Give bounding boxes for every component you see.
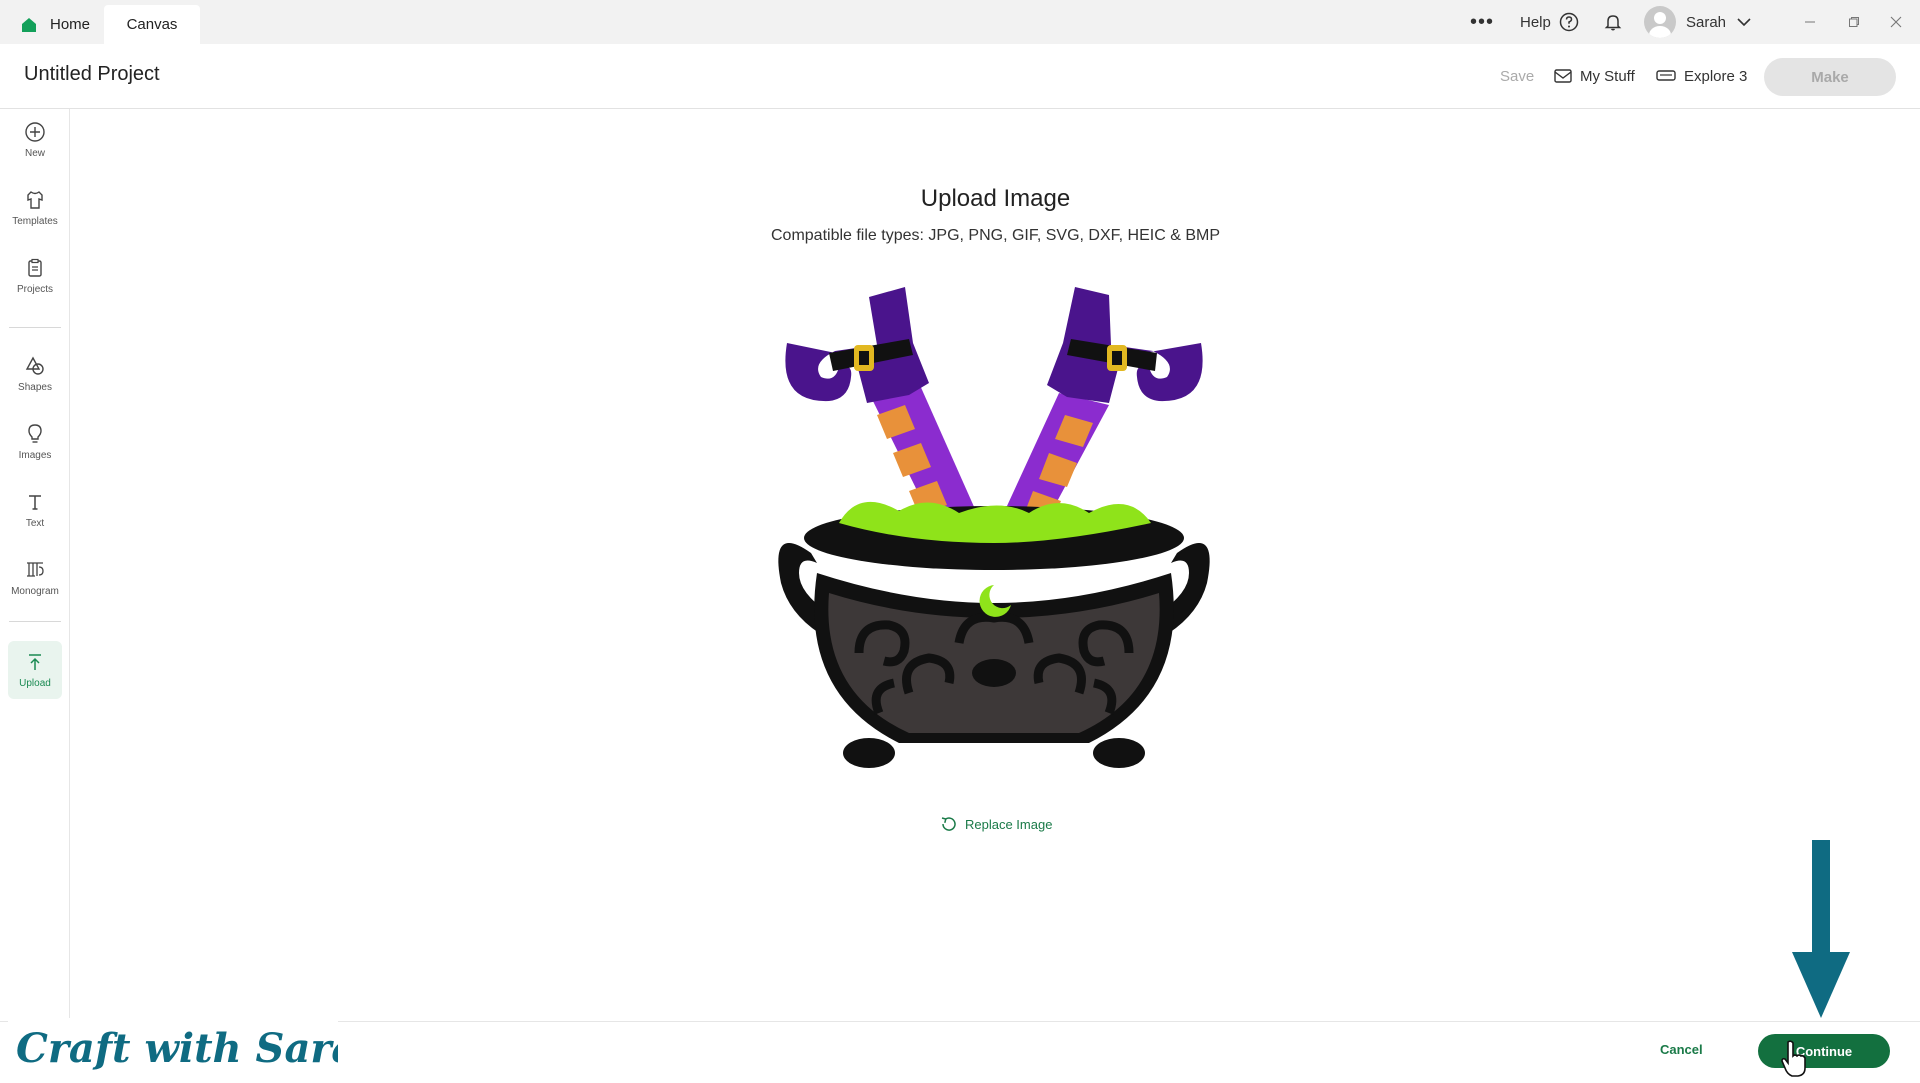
upload-title: Upload Image: [920, 185, 1071, 212]
sidebar-item-label: Shapes: [18, 382, 52, 393]
sidebar-item-label: Images: [18, 450, 52, 461]
replace-image-label: Replace Image: [965, 816, 1053, 832]
close-icon: [1890, 16, 1902, 28]
down-arrow-annotation: [1792, 840, 1850, 1018]
plus-circle-icon: [25, 122, 45, 142]
make-button[interactable]: Make: [1764, 58, 1896, 96]
chevron-down-icon: [1737, 18, 1751, 27]
make-label: Make: [1811, 68, 1849, 86]
left-sidebar: New Templates Projects Shapes Images Tex…: [0, 109, 70, 1080]
sidebar-item-upload[interactable]: Upload: [8, 641, 62, 699]
project-header: Untitled Project Save My Stuff Explore 3…: [0, 44, 1920, 109]
save-label: Save: [1500, 67, 1535, 85]
sidebar-item-shapes[interactable]: Shapes: [8, 345, 62, 403]
close-button[interactable]: [1876, 0, 1916, 44]
user-menu[interactable]: Sarah: [1644, 0, 1752, 44]
machine-select-button[interactable]: Explore 3: [1656, 44, 1747, 108]
cancel-button[interactable]: Cancel: [1660, 1042, 1703, 1057]
sidebar-item-new[interactable]: New: [8, 111, 62, 169]
shirt-icon: [27, 191, 43, 209]
machine-label: Explore 3: [1684, 67, 1748, 85]
tab-canvas[interactable]: Canvas: [104, 5, 200, 44]
sidebar-divider: [9, 621, 61, 622]
text-icon: [29, 495, 41, 510]
sidebar-divider: [9, 327, 61, 328]
clipboard-icon: [28, 258, 42, 277]
sidebar-item-label: Monogram: [11, 586, 59, 597]
bell-icon: [1604, 15, 1622, 31]
sidebar-item-label: Upload: [19, 678, 51, 689]
refresh-icon: [941, 817, 956, 831]
hand-cursor-icon: [1781, 1040, 1806, 1077]
restore-icon: [1849, 17, 1859, 27]
avatar: [1644, 6, 1676, 38]
tab-home[interactable]: Home: [14, 5, 102, 44]
tab-home-label: Home: [50, 16, 91, 33]
sidebar-item-label: Projects: [16, 284, 54, 295]
compatible-file-types: Compatible file types: JPG, PNG, GIF, SV…: [770, 227, 1220, 244]
home-icon: [22, 17, 36, 32]
shapes-icon: [25, 356, 44, 375]
restore-button[interactable]: [1834, 0, 1874, 44]
uploaded-image-preview: [778, 287, 1210, 768]
save-button[interactable]: Save: [1500, 44, 1534, 108]
tab-canvas-label: Canvas: [126, 16, 178, 33]
replace-image-button[interactable]: Replace Image: [939, 814, 1052, 834]
minimize-icon: [1805, 21, 1815, 23]
machine-icon: [1656, 70, 1676, 81]
sidebar-item-templates[interactable]: Templates: [8, 179, 62, 237]
sidebar-item-monogram[interactable]: Monogram: [8, 549, 62, 607]
more-options-button[interactable]: •••: [1468, 0, 1496, 44]
envelope-icon: [1554, 69, 1572, 83]
notifications-button[interactable]: [1600, 0, 1626, 44]
title-bar: Home Canvas ••• Help Sarah: [0, 0, 1920, 44]
right-witch-leg: [1001, 287, 1203, 535]
watermark-logo: Craft with Sarah: [16, 1025, 386, 1072]
lightbulb-icon: [28, 424, 42, 443]
upload-panel: Upload Image Compatible file types: JPG,…: [71, 109, 1920, 1021]
continue-button[interactable]: Continue: [1758, 1034, 1890, 1068]
sidebar-item-label: Text: [25, 518, 45, 529]
watermark: Craft with Sarah: [8, 1018, 386, 1078]
help-button[interactable]: Help: [1520, 0, 1579, 44]
sidebar-item-text[interactable]: Text: [8, 481, 62, 539]
cauldron: [778, 501, 1210, 768]
help-label: Help: [1520, 13, 1551, 31]
my-stuff-label: My Stuff: [1580, 67, 1635, 85]
sidebar-item-images[interactable]: Images: [8, 413, 62, 471]
svg-text:Craft with Sarah: Craft with Sarah: [16, 1025, 338, 1072]
user-name: Sarah: [1686, 13, 1727, 31]
more-icon: •••: [1469, 10, 1494, 33]
upload-icon: [29, 654, 41, 670]
sidebar-item-projects[interactable]: Projects: [8, 247, 62, 305]
sidebar-item-label: Templates: [12, 216, 58, 227]
sidebar-item-label: New: [24, 148, 45, 159]
project-title[interactable]: Untitled Project: [24, 63, 160, 86]
monogram-icon: [27, 562, 44, 577]
minimize-button[interactable]: [1790, 0, 1830, 44]
question-circle-icon: [1559, 12, 1579, 32]
my-stuff-button[interactable]: My Stuff: [1554, 44, 1635, 108]
left-witch-leg: [785, 287, 979, 535]
